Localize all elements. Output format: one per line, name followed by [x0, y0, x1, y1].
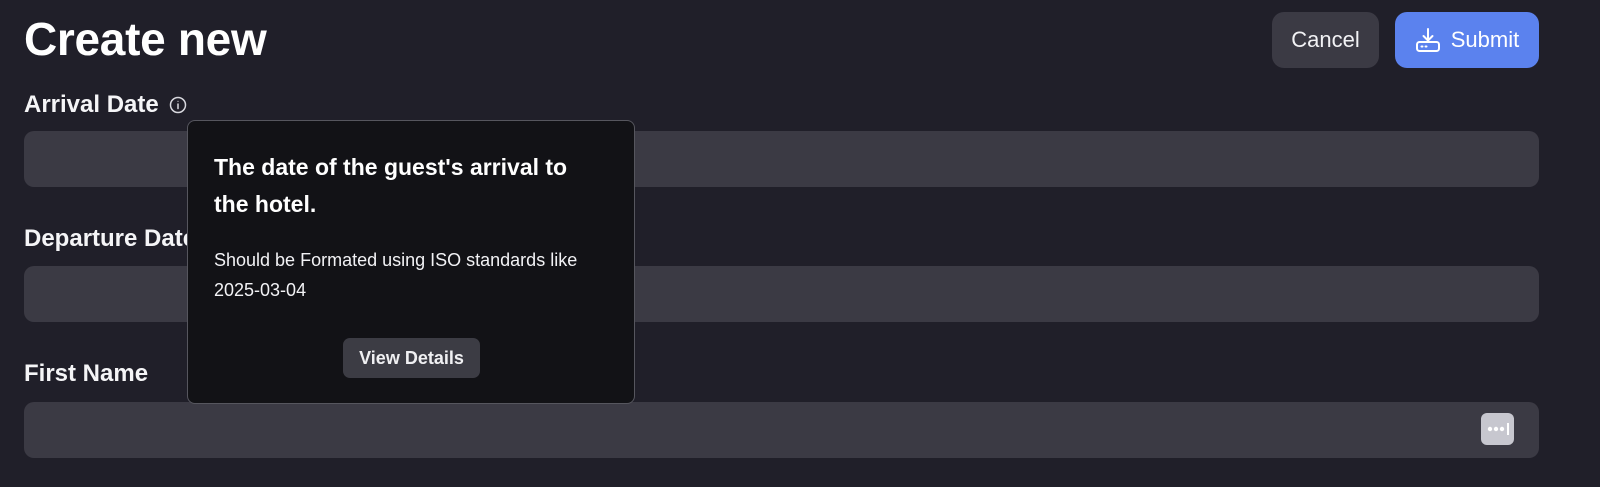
- view-details-button[interactable]: View Details: [343, 338, 480, 378]
- arrival-date-label: Arrival Date: [24, 90, 187, 120]
- first-name-label-text: First Name: [24, 360, 149, 387]
- tooltip-body: Should be Formated using ISO standards l…: [214, 250, 578, 300]
- download-tray-icon: [1415, 27, 1441, 53]
- submit-button[interactable]: Submit: [1395, 12, 1539, 68]
- submit-button-label: Submit: [1450, 27, 1520, 52]
- first-name-input[interactable]: [24, 402, 1539, 458]
- first-name-label: First Name: [24, 359, 148, 389]
- cancel-button-label: Cancel: [1291, 27, 1360, 52]
- arrival-date-tooltip: The date of the guest's arrival to the h…: [187, 120, 635, 404]
- tooltip-title: The date of the guest's arrival to the h…: [214, 154, 568, 217]
- departure-date-label: Departure Date: [24, 224, 196, 254]
- cancel-button[interactable]: Cancel: [1272, 12, 1379, 68]
- departure-date-label-text: Departure Date: [24, 225, 197, 252]
- page-title: Create new: [24, 13, 267, 65]
- create-form-page: Create new Cancel Submit Arrival Date De…: [0, 0, 1600, 487]
- info-circle-icon[interactable]: [169, 96, 187, 114]
- arrival-date-label-text: Arrival Date: [24, 91, 159, 118]
- password-manager-icon[interactable]: [1481, 413, 1514, 445]
- view-details-label: View Details: [359, 347, 464, 368]
